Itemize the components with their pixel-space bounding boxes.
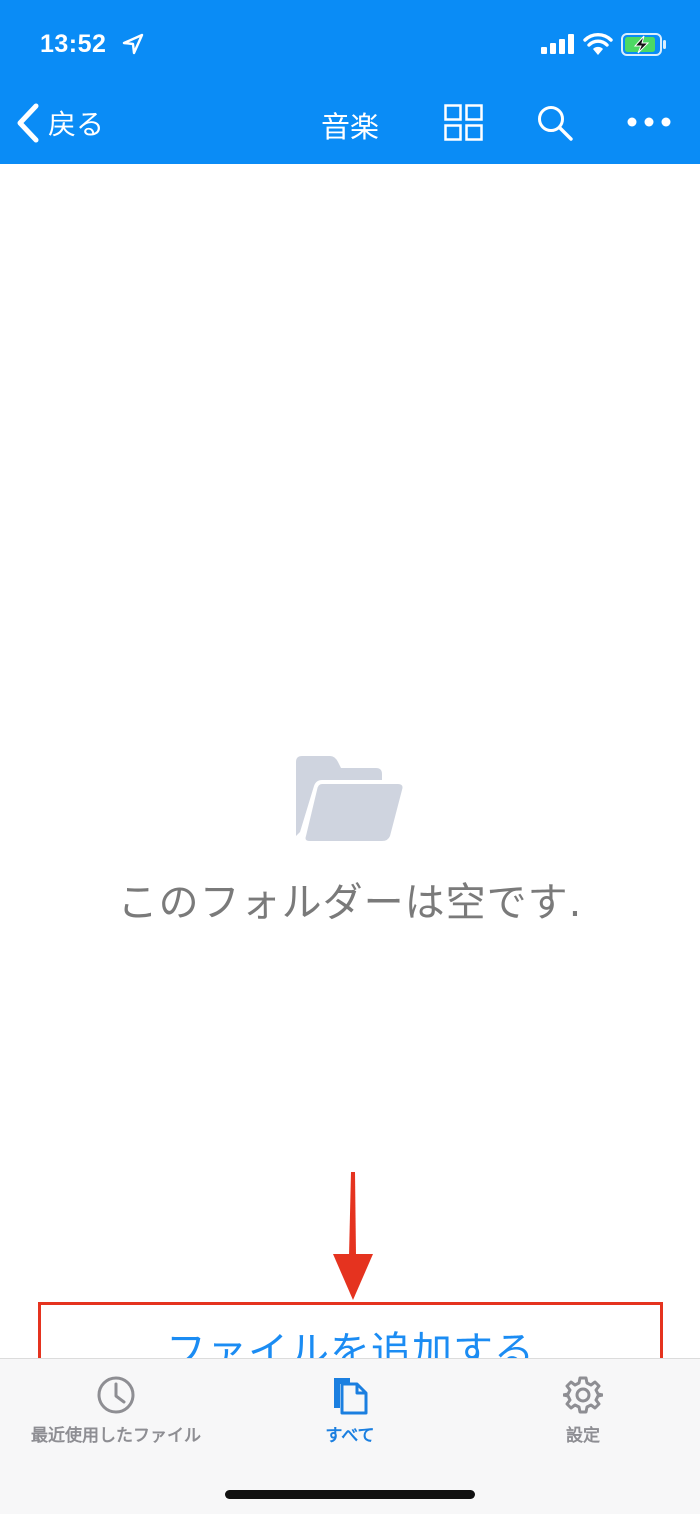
empty-folder-message: このフォルダーは空です. [117,880,583,926]
grid-view-icon[interactable] [444,104,484,142]
tab-recent-files[interactable]: 最近使用したファイル [18,1375,214,1446]
documents-icon [334,1378,368,1415]
chevron-left-icon [17,103,39,143]
tab-recent-files-label: 最近使用したファイル [31,1426,201,1446]
add-file-button[interactable]: ファイルを追加する [38,1302,663,1362]
cellular-signal-icon [541,34,574,54]
wifi-icon [583,33,613,55]
tab-settings-label: 設定 [566,1426,600,1446]
tab-settings[interactable]: 設定 [533,1375,633,1446]
location-arrow-icon [122,33,144,55]
back-button[interactable]: 戻る [14,100,104,146]
tab-all[interactable]: すべて [290,1375,410,1446]
battery-charging-icon [621,33,666,56]
search-icon[interactable] [536,104,574,142]
gear-icon [563,1376,603,1414]
tab-all-label: すべて [325,1426,375,1446]
clock-icon [97,1376,135,1414]
page-title: 音楽 [320,110,379,144]
more-options-icon[interactable] [626,112,672,132]
back-label: 戻る [48,108,105,141]
empty-folder-icon [296,756,403,841]
add-file-label: ファイルを追加する [166,1329,535,1362]
status-time: 13:52 [40,30,107,58]
top-bar: 13:52 戻る 音楽 [0,0,700,164]
home-indicator [225,1490,475,1499]
arrow-down-icon [333,1172,373,1300]
